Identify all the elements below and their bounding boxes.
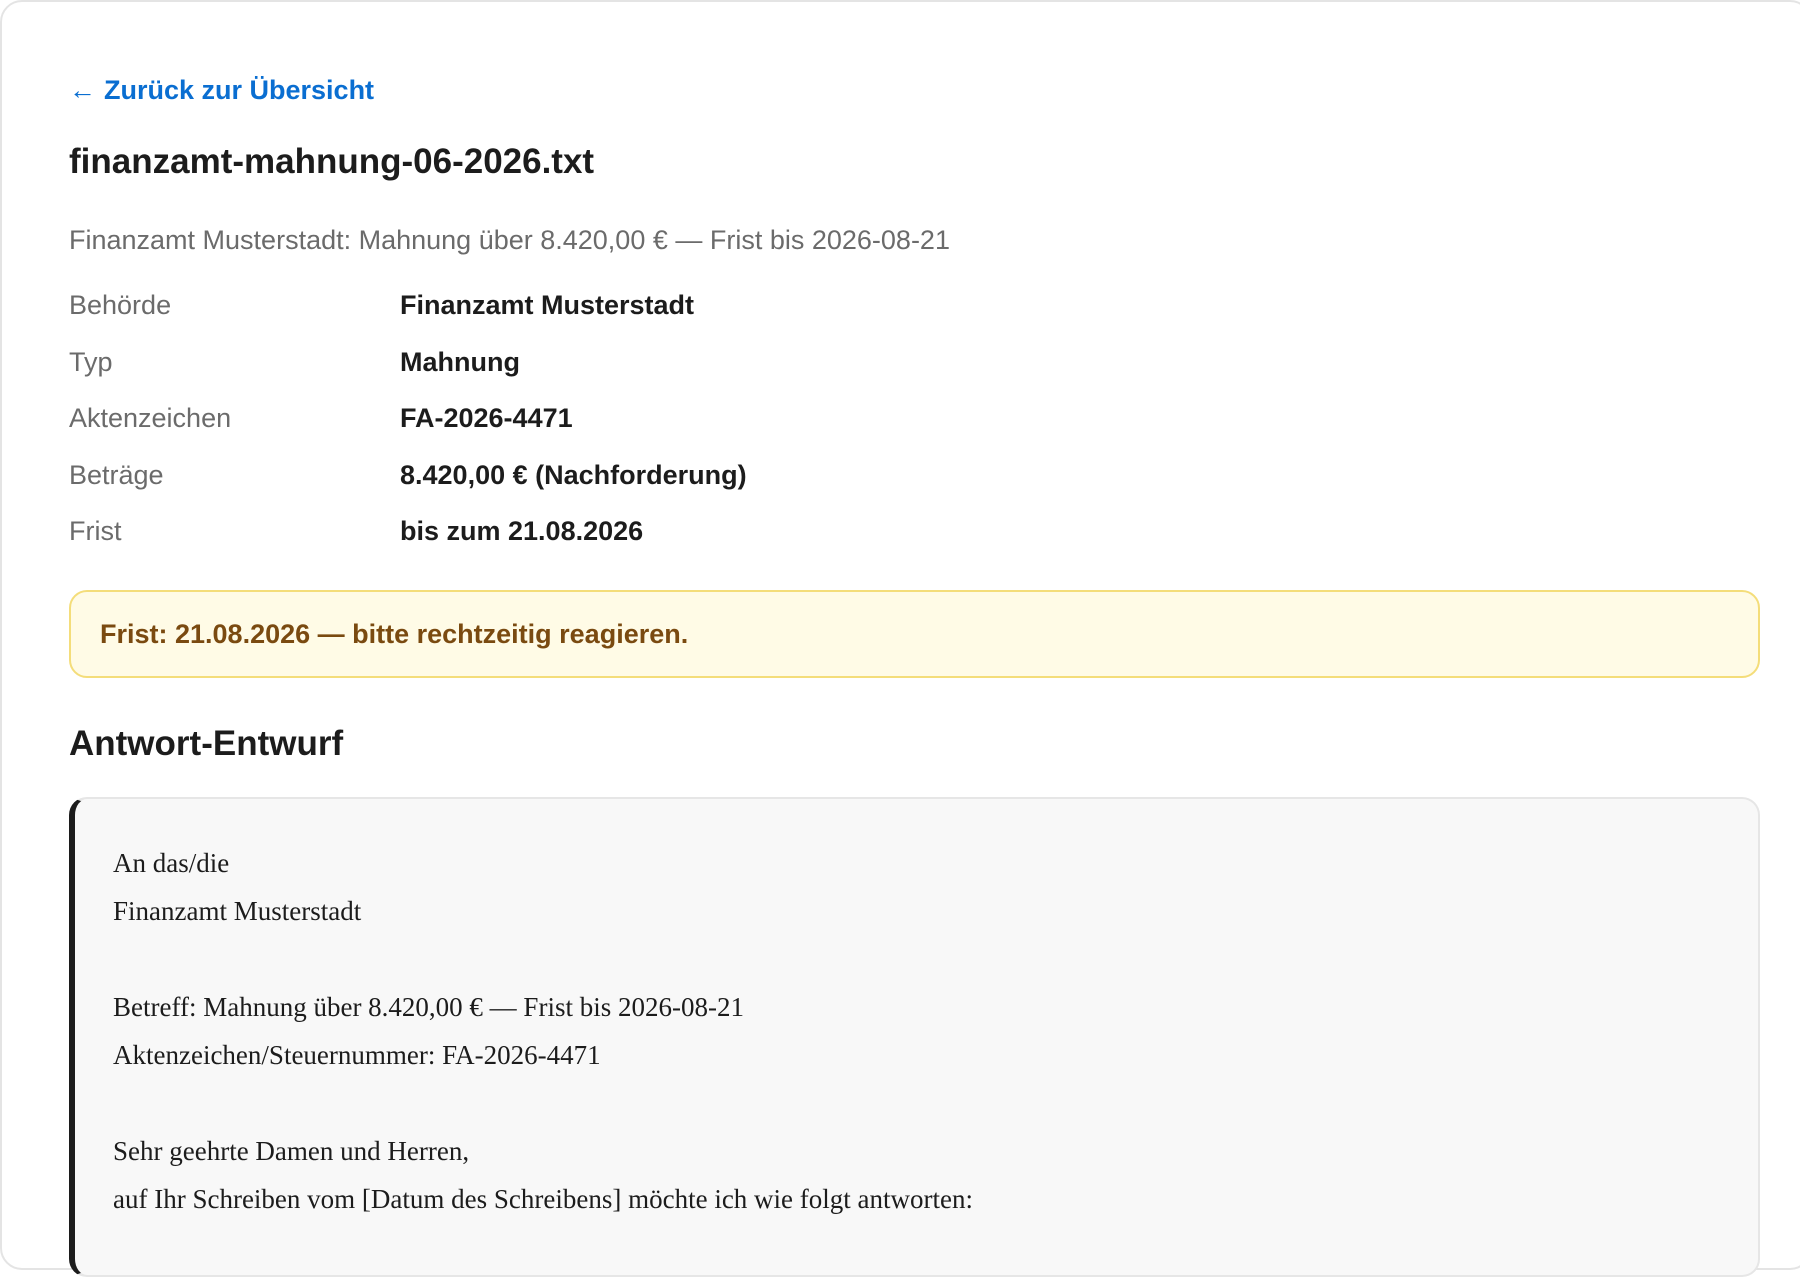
- draft-line: An das/die: [113, 848, 230, 878]
- meta-value: FA-2026-4471: [400, 403, 573, 433]
- meta-row-typ: Typ Mahnung: [69, 347, 1069, 404]
- back-link-label: Zurück zur Übersicht: [104, 75, 375, 105]
- meta-value: bis zum 21.08.2026: [400, 516, 644, 546]
- document-summary: Finanzamt Musterstadt: Mahnung über 8.42…: [69, 225, 950, 255]
- page-title: finanzamt-mahnung-06-2026.txt: [69, 142, 595, 181]
- meta-row-aktenzeichen: Aktenzeichen FA-2026-4471: [69, 403, 1069, 460]
- metadata-table: Behörde Finanzamt Musterstadt Typ Mahnun…: [69, 290, 1069, 573]
- draft-line: Finanzamt Musterstadt: [113, 896, 362, 926]
- meta-row-behoerde: Behörde Finanzamt Musterstadt: [69, 290, 1069, 347]
- deadline-notice: Frist: 21.08.2026 — bitte rechtzeitig re…: [69, 590, 1760, 678]
- meta-label: Frist: [69, 516, 122, 546]
- meta-row-betraege: Beträge 8.420,00 € (Nachforderung): [69, 460, 1069, 517]
- draft-line: Sehr geehrte Damen und Herren,: [113, 1136, 470, 1166]
- draft-line: auf Ihr Schreiben vom [Datum des Schreib…: [113, 1184, 973, 1214]
- draft-line: Aktenzeichen/Steuernummer: FA-2026-4471: [113, 1040, 601, 1070]
- meta-row-frist: Frist bis zum 21.08.2026: [69, 516, 1069, 573]
- meta-label: Behörde: [69, 290, 172, 320]
- meta-value: Mahnung: [400, 346, 520, 377]
- reply-draft: An das/die Finanzamt Musterstadt Betreff…: [69, 797, 1760, 1277]
- draft-heading: Antwort-Entwurf: [69, 724, 344, 763]
- meta-value: 8.420,00 € (Nachforderung): [400, 459, 747, 490]
- document-card: ← Zurück zur Übersicht finanzamt-mahnung-…: [0, 0, 1800, 1277]
- arrow-left-icon: ←: [69, 75, 96, 105]
- meta-value: Finanzamt Musterstadt: [400, 290, 695, 320]
- back-to-overview-link[interactable]: ← Zurück zur Übersicht: [69, 75, 374, 106]
- meta-label: Typ: [69, 346, 113, 377]
- meta-label: Aktenzeichen: [69, 403, 232, 433]
- draft-line: [113, 1079, 1758, 1127]
- draft-line: Betreff: Mahnung über 8.420,00 € — Frist…: [113, 992, 744, 1022]
- deadline-notice-text: Frist: 21.08.2026 — bitte rechtzeitig re…: [100, 618, 689, 649]
- draft-line: [113, 935, 1758, 983]
- meta-label: Beträge: [69, 459, 164, 490]
